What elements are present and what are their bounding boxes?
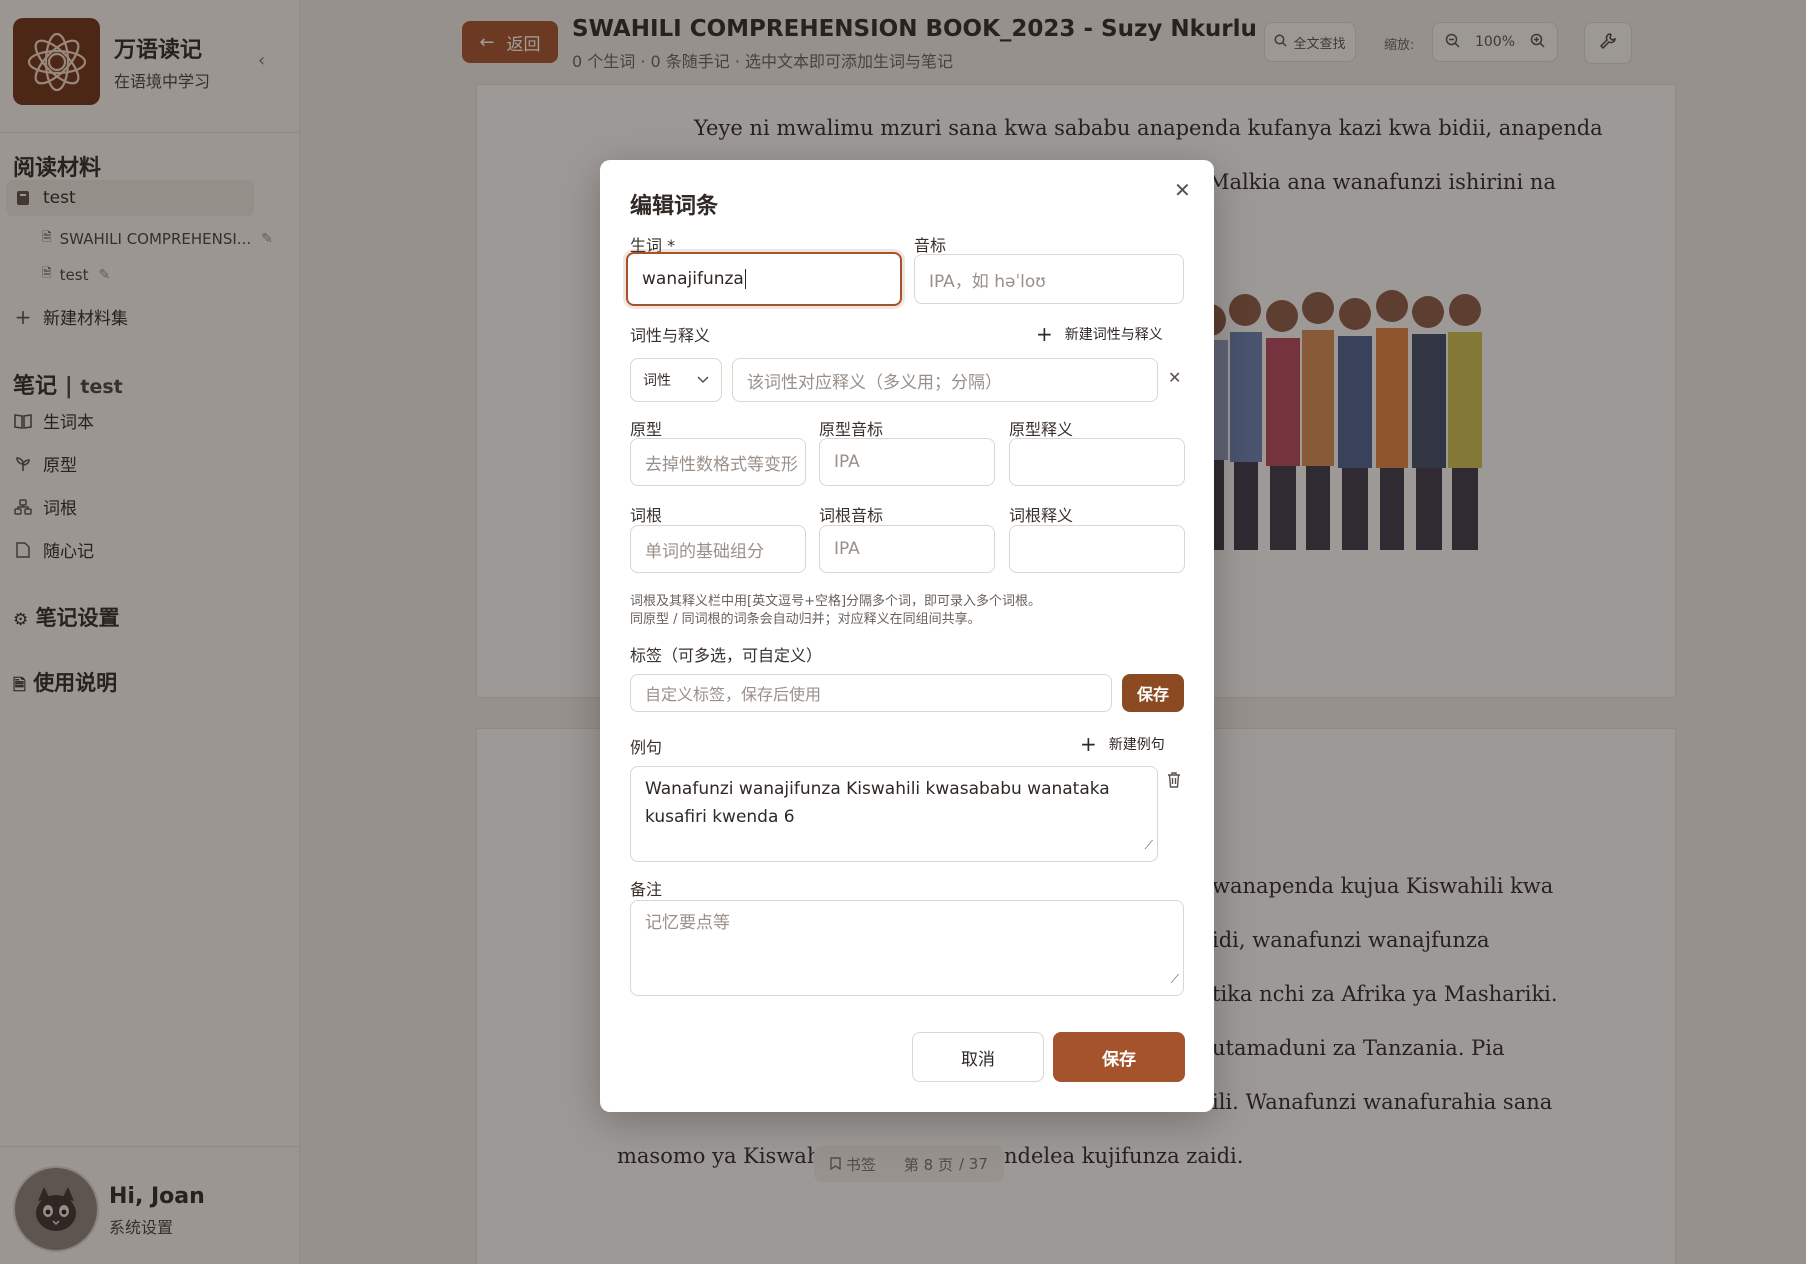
word-input[interactable]: wanajifunza [626, 252, 902, 306]
plus-icon: + [1080, 732, 1097, 756]
lemma-phonetic-label: 原型音标 [819, 420, 884, 439]
resize-grip-icon[interactable]: ⟋ [1171, 965, 1179, 993]
pos-select-value: 词性 [643, 373, 671, 389]
add-pos-button[interactable]: + 新建词性与释义 [1036, 322, 1163, 346]
pos-section-label: 词性与释义 [630, 326, 711, 345]
dialog-title: 编辑词条 [630, 194, 719, 219]
pos-select[interactable]: 词性 [630, 358, 722, 402]
lemma-phonetic-input[interactable]: IPA [819, 438, 995, 486]
close-icon[interactable]: ✕ [1174, 178, 1191, 202]
remove-pos-icon[interactable]: ✕ [1168, 368, 1181, 387]
add-pos-label: 新建词性与释义 [1064, 327, 1163, 343]
lemma-input[interactable]: 去掉性数格式等变形 [630, 438, 806, 486]
root-phonetic-input[interactable]: IPA [819, 525, 995, 573]
root-input[interactable]: 单词的基础组分 [630, 525, 806, 573]
text-caret [744, 269, 746, 289]
phonetic-input[interactable]: IPA，如 həˈloʊ [914, 254, 1184, 304]
add-example-button[interactable]: + 新建例句 [1080, 732, 1165, 756]
tags-input[interactable]: 自定义标签，保存后使用 [630, 674, 1112, 712]
meaning-input[interactable]: 该词性对应释义（多义用；分隔） [732, 358, 1158, 402]
root-label: 词根 [630, 506, 663, 525]
add-example-label: 新建例句 [1108, 737, 1165, 753]
resize-grip-icon[interactable]: ⟋ [1145, 831, 1153, 859]
tags-save-button[interactable]: 保存 [1122, 674, 1184, 712]
example-label: 例句 [630, 738, 663, 757]
notes-placeholder: 记忆要点等 [645, 913, 730, 933]
plus-icon: + [1036, 322, 1053, 346]
lemma-label: 原型 [630, 420, 663, 439]
root-meaning-label: 词根释义 [1009, 506, 1074, 525]
lemma-meaning-label: 原型释义 [1009, 420, 1074, 439]
phonetic-label: 音标 [914, 236, 947, 255]
chevron-down-icon [697, 372, 709, 388]
root-phonetic-label: 词根音标 [819, 506, 884, 525]
tags-label: 标签（可多选，可自定义） [630, 646, 823, 665]
notes-label: 备注 [630, 880, 663, 899]
word-value: wanajifunza [642, 269, 744, 289]
merge-hint: 同原型 / 同词根的词条会自动归并；对应释义在同组间共享。 [630, 612, 981, 627]
edit-entry-dialog: 编辑词条 ✕ 生词 * 音标 wanajifunza IPA，如 həˈloʊ … [600, 160, 1214, 1112]
root-hint: 词根及其释义栏中用[英文逗号+空格]分隔多个词，即可录入多个词根。 [630, 594, 1042, 609]
example-value: Wanafunzi wanajifunza Kiswahili kwasabab… [645, 779, 1110, 827]
root-meaning-input[interactable] [1009, 525, 1185, 573]
lemma-meaning-input[interactable] [1009, 438, 1185, 486]
notes-textarea[interactable]: 记忆要点等 ⟋ [630, 900, 1184, 996]
cancel-button[interactable]: 取消 [912, 1032, 1044, 1082]
save-button[interactable]: 保存 [1053, 1032, 1185, 1082]
trash-icon[interactable] [1167, 772, 1181, 792]
example-textarea[interactable]: Wanafunzi wanajifunza Kiswahili kwasabab… [630, 766, 1158, 862]
